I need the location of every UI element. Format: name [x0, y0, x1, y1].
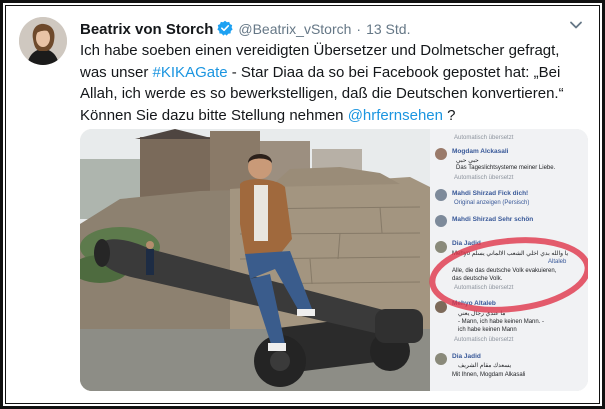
fb-comment-arabic: يسعدك مقام الشريف [458, 362, 512, 369]
fb-comment-tag: Altaleb [548, 259, 567, 265]
fb-auto-label: Automatisch übersetzt [454, 175, 514, 181]
mention-link[interactable]: @hrfernsehen [348, 107, 443, 124]
timestamp[interactable]: 13 Std. [366, 21, 410, 37]
tweet-text: Ich habe soeben einen vereidigten Überse… [80, 40, 590, 126]
fb-comment-text: Alle, die das deutsche Volk evakuieren, [452, 268, 557, 274]
avatar[interactable] [19, 17, 67, 65]
fb-comment-name: Mahdi Shirzad Fick dich! [452, 190, 528, 197]
chevron-down-icon[interactable] [569, 20, 583, 30]
fb-comment-text: das deutsche Volk. [452, 276, 503, 282]
fb-comment-text: - Mann, ich habe keinen Mann. - [458, 319, 544, 325]
fb-auto-label: Automatisch übersetzt [454, 285, 514, 291]
fb-comment-name: Mogdam Alckasali [452, 148, 509, 155]
fb-comment-name: Mahdi Shirzad Sehr schön [452, 216, 533, 223]
user-handle[interactable]: @Beatrix_vStorch [238, 21, 351, 37]
fb-comment-name: Dia Jadid [452, 353, 481, 360]
tweet-media-image[interactable]: Automatisch übersetzt Mogdam Alckasali ح… [80, 129, 588, 391]
hashtag-link[interactable]: #KIKAGate [153, 64, 228, 81]
fb-comment-text: Das Tageslichtsysteme meiner Liebe. [456, 165, 556, 171]
fb-comment-text: Mit Ihnen, Mogdam Alkasali [452, 372, 525, 378]
fb-comment-text: ich habe keinen Mann [458, 327, 517, 333]
fb-comment-arabic: حبي حبي [456, 158, 479, 164]
verified-badge-icon [217, 20, 233, 36]
display-name[interactable]: Beatrix von Storch [80, 21, 213, 38]
fb-auto-label: Automatisch übersetzt [454, 337, 514, 343]
tweet-text-part: ? [442, 106, 456, 124]
separator-dot: · [356, 21, 362, 37]
fb-original-link: Original anzeigen (Persisch) [454, 200, 529, 206]
tweet-header: Beatrix von Storch @Beatrix_vStorch · 13… [80, 18, 410, 38]
fb-auto-label: Automatisch übersetzt [454, 135, 514, 141]
